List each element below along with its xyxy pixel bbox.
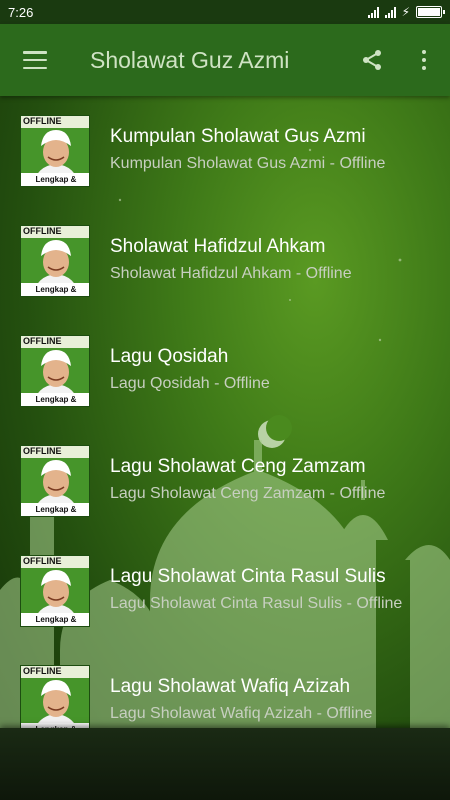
list-item-title: Lagu Qosidah [110,346,229,367]
thumbnail-caption: Lengkap & Terbaru [21,613,89,626]
list-item[interactable]: OFFLINE Lengkap & Terbaru Kumpulan Sholawa… [0,96,450,206]
list-item[interactable]: OFFLINE Lengkap & Terbaru Lagu Sholawat Ce… [0,426,450,536]
list-item[interactable]: OFFLINELengkap & TerbaruLagu QosidahLagu… [0,316,450,426]
battery-icon [416,6,445,18]
list-item[interactable]: OFFLINE Lengkap & Terbaru Lagu Sholawat Ci… [0,536,450,646]
status-bar: 7:26 ⚡ [0,0,450,24]
list-item-title: Lagu Sholawat Wafiq Azizah [110,676,351,697]
song-thumbnail: OFFLINE Lengkap & Terbaru [20,555,90,627]
song-thumbnail: OFFLINELengkap & Terbaru [20,665,90,728]
list-item-title: Kumpulan Sholawat Gus Azmi [110,126,366,147]
share-icon [363,50,381,70]
list-item-text: Lagu Qosidah Lagu Qosidah - Offline [110,346,270,393]
menu-button[interactable] [0,24,70,96]
list-item-text: Lagu Sholawat Cinta Rasul Sulis Lagu Shol… [110,566,402,613]
overflow-menu-button[interactable] [398,24,450,96]
signal-icon [384,6,396,18]
charging-icon: ⚡ [401,5,410,19]
song-thumbnail: OFFLINE Lengkap & Terbaru [20,115,90,187]
list-item-subtitle: Lagu Sholawat Wafiq Azizah - Offline [110,705,373,722]
song-thumbnail: OFFLINE Lengkap & Terbaru [20,225,90,297]
signal-icon [367,6,379,18]
thumbnail-caption: Lengkap & Terbaru [21,393,89,406]
song-thumbnail: OFFLINE Lengkap & Terbaru [20,445,90,517]
thumbnail-offline-label: OFFLINE [21,556,89,568]
app-title: Sholawat Guz Azmi [90,46,290,73]
list-item-text: Kumpulan Sholawat Gus Azmi Kumpulan Shola… [110,126,385,173]
app-bar: Sholawat Guz Azmi [0,24,450,96]
list-item-subtitle: Lagu Sholawat Ceng Zamzam - Offline [110,485,386,502]
hamburger-menu-icon [23,51,47,69]
list-item[interactable]: OFFLINE Lengkap & Terbaru Sholawat Hafidzu… [0,206,450,316]
list-item-subtitle: Lagu Qosidah - Offline [110,375,270,392]
list-item-text: Lagu Sholawat Wafiq Azizah Lagu Sholawat … [110,676,372,723]
thumbnail-caption: Lengkap & Terbaru [21,283,89,296]
song-list[interactable]: OFFLINE Lengkap & Terbaru Kumpulan Sholawa… [0,96,450,728]
list-item-subtitle: Kumpulan Sholawat Gus Azmi - Offline [110,155,386,172]
list-item-title: Lagu Sholawat Ceng Zamzam [110,456,366,477]
status-icons: ⚡ [367,5,445,19]
bottom-bar [0,728,450,800]
list-item-subtitle: Sholawat Hafidzul Ahkam - Offline [110,265,352,282]
thumbnail-offline-label: OFFLINE [21,116,89,128]
list-item-title: Sholawat Hafidzul Ahkam [110,236,326,257]
thumbnail-offline-label: OFFLINE [21,336,89,348]
thumbnail-offline-label: OFFLINE [21,446,89,458]
list-item[interactable]: OFFLINELengkap & Terbaru Lagu Sholawat Wa… [0,646,450,728]
share-button[interactable] [346,24,398,96]
more-vert-icon [422,50,426,70]
thumbnail-caption: Lengkap & Terbaru [21,173,89,186]
list-item-text: Sholawat Hafidzul Ahkam Sholawat Hafidzul… [110,236,352,283]
thumbnail-offline-label: OFFLINE [21,226,89,238]
list-item-title: Lagu Sholawat Cinta Rasul Sulis [110,566,386,587]
list-item-subtitle: Lagu Sholawat Cinta Rasul Sulis - Offlin… [110,595,403,612]
list-item-text: Lagu Sholawat Ceng Zamzam Lagu Sholawat C… [110,456,385,503]
thumbnail-caption: Lengkap & Terbaru [21,503,89,516]
status-time: 7:26 [8,4,34,20]
song-thumbnail: OFFLINE Lengkap & Terbaru [20,335,90,407]
thumbnail-offline-label: OFFLINE [21,666,89,678]
